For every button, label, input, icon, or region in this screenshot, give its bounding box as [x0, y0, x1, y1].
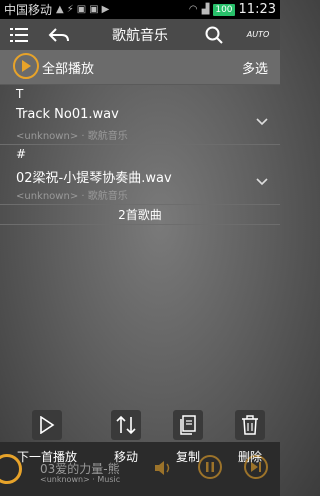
track-title: Track No01.wav [16, 107, 119, 122]
track-list: T Track No01.wav <unknown> · 歌航音乐 # 02梁祝… [0, 85, 280, 205]
list-item[interactable]: Track No01.wav <unknown> · 歌航音乐 [0, 104, 280, 145]
signal-icon: ▲ [56, 4, 64, 15]
move-action[interactable]: 移动 [91, 410, 161, 465]
copy-icon [180, 415, 196, 435]
multi-select-button[interactable]: 多选 [242, 58, 268, 77]
copy-label: 复制 [175, 450, 200, 464]
play-all-row: 全部播放 多选 [0, 50, 280, 85]
delete-action[interactable]: 删除 [215, 410, 285, 465]
track-album: 歌航音乐 [87, 191, 128, 202]
battery-indicator: 100 [213, 3, 235, 16]
notification-icon: ▣ [89, 4, 99, 15]
delete-label: 删除 [237, 450, 262, 464]
clock: 11:23 [238, 2, 276, 17]
track-artist: <unknown> [16, 131, 79, 142]
action-bar: 下一首播放 移动 复制 删除 [0, 410, 280, 468]
usb-icon: ⚡ [66, 4, 74, 15]
auto-label: AUTO [246, 30, 270, 39]
divider [0, 224, 280, 225]
delete-icon [242, 415, 258, 435]
play-next-action[interactable]: 下一首播放 [12, 410, 82, 465]
search-icon [205, 26, 223, 44]
page-title: 歌航音乐 [112, 27, 168, 44]
auto-mode-button[interactable]: AUTO [242, 19, 274, 50]
section-header: T [16, 87, 24, 101]
section-header: # [16, 147, 27, 161]
play-status-icon: ▶ [101, 4, 110, 15]
notification-icon: ▣ [76, 4, 87, 15]
song-count: 2首歌曲 [118, 208, 162, 222]
play-all-button[interactable] [13, 53, 39, 79]
carrier-label: 中国移动 [4, 3, 53, 17]
play-next-icon [40, 416, 55, 434]
track-title: 02梁祝-小提琴协奏曲.wav [16, 171, 172, 186]
app-bar: 歌航音乐 AUTO [0, 19, 280, 50]
now-playing-subtitle: <unknown> · Music [40, 475, 121, 484]
chevron-down-icon[interactable] [256, 178, 268, 186]
copy-action[interactable]: 复制 [153, 410, 223, 465]
play-icon [22, 60, 31, 72]
signal-strength-icon: ▟ [201, 4, 210, 15]
play-next-label: 下一首播放 [16, 450, 77, 464]
search-button[interactable] [202, 19, 226, 50]
track-artist: <unknown> [16, 191, 79, 202]
chevron-down-icon[interactable] [256, 118, 268, 126]
track-album: 歌航音乐 [87, 131, 128, 142]
move-label: 移动 [113, 450, 138, 464]
wifi-icon: ◠ [188, 4, 198, 15]
play-all-label[interactable]: 全部播放 [42, 58, 94, 77]
status-bar: 中国移动 ▲ ⚡ ▣ ▣ ▶ ◠ ▟ 100 11:23 [0, 0, 280, 19]
list-item[interactable]: 02梁祝-小提琴协奏曲.wav <unknown> · 歌航音乐 [0, 164, 280, 205]
move-icon [116, 415, 136, 435]
